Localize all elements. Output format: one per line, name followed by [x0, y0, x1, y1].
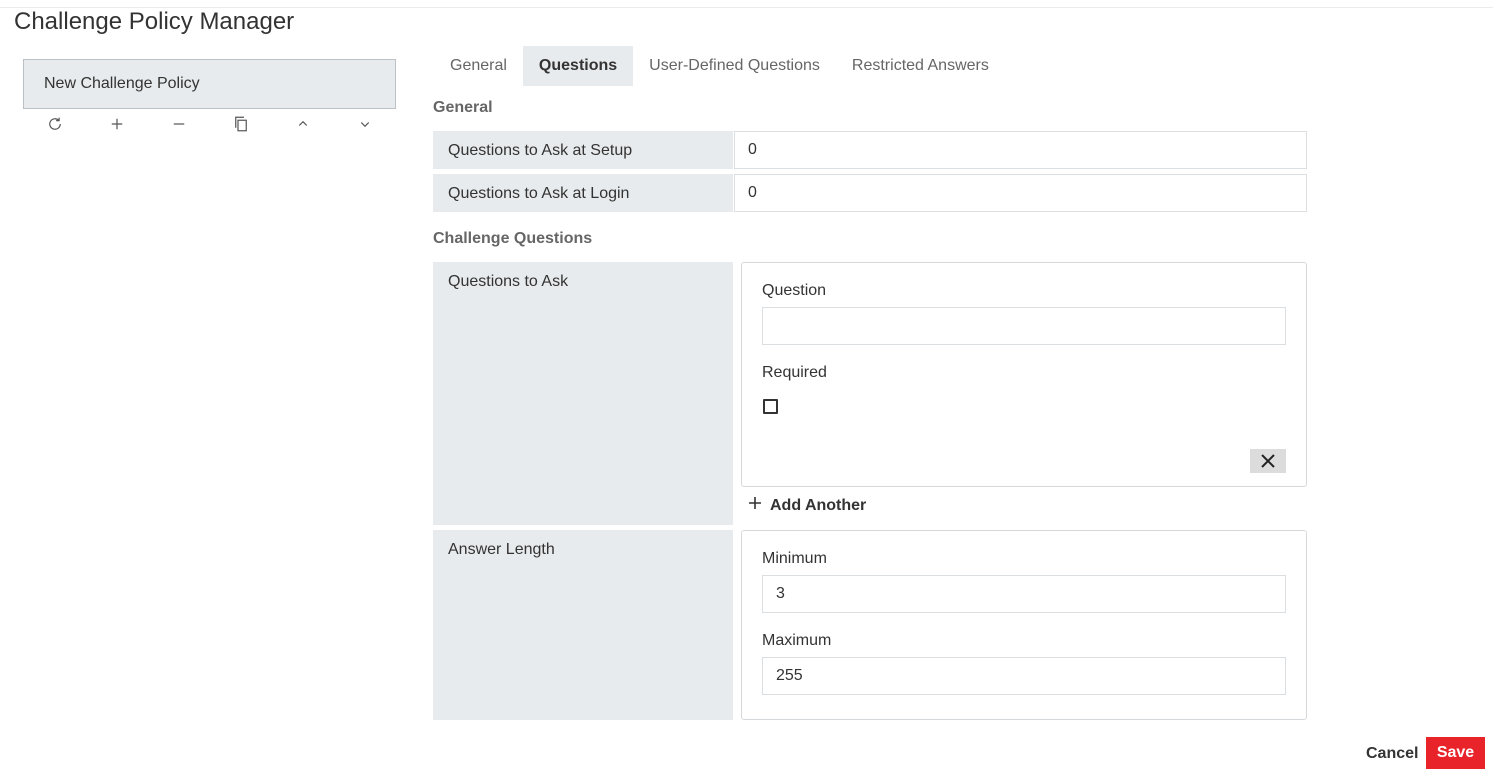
tab-bar: General Questions User-Defined Questions… [434, 46, 1005, 86]
cancel-button[interactable]: Cancel [1362, 739, 1422, 768]
add-another-label: Add Another [770, 497, 867, 514]
question-input[interactable] [762, 307, 1286, 345]
setup-label: Questions to Ask at Setup [433, 131, 733, 169]
policy-list-item[interactable]: New Challenge Policy [23, 59, 396, 109]
question-card: Question Required [741, 262, 1307, 487]
chevron-down-icon[interactable] [353, 112, 377, 136]
plus-icon[interactable] [105, 112, 129, 136]
page-title: Challenge Policy Manager [14, 8, 295, 35]
required-label: Required [762, 364, 827, 381]
tab-questions[interactable]: Questions [522, 46, 634, 86]
close-icon [1261, 454, 1275, 468]
answer-length-card: Minimum Maximum [741, 530, 1307, 720]
tab-user-defined-questions[interactable]: User-Defined Questions [633, 46, 836, 86]
minimum-input[interactable] [762, 575, 1286, 613]
required-checkbox[interactable] [763, 399, 778, 414]
general-heading: General [433, 99, 493, 116]
maximum-label: Maximum [762, 632, 832, 649]
policy-list: New Challenge Policy [23, 59, 396, 109]
challenge-questions-heading: Challenge Questions [433, 230, 593, 247]
copy-icon[interactable] [229, 112, 253, 136]
setup-questions-input[interactable] [734, 131, 1307, 169]
login-label: Questions to Ask at Login [433, 174, 733, 212]
plus-icon [749, 497, 761, 509]
add-another-button[interactable]: Add Another [748, 494, 866, 518]
chevron-up-icon[interactable] [291, 112, 315, 136]
save-button[interactable]: Save [1426, 737, 1485, 769]
refresh-icon[interactable] [43, 112, 67, 136]
remove-question-button[interactable] [1250, 449, 1286, 473]
answer-length-label: Answer Length [433, 530, 733, 720]
question-field-label: Question [762, 282, 827, 299]
tab-general[interactable]: General [434, 46, 523, 86]
tab-restricted-answers[interactable]: Restricted Answers [836, 46, 1005, 86]
minus-icon[interactable] [167, 112, 191, 136]
policy-list-toolbar [23, 112, 396, 136]
minimum-label: Minimum [762, 550, 827, 567]
questions-to-ask-label: Questions to Ask [433, 262, 733, 525]
maximum-input[interactable] [762, 657, 1286, 695]
login-questions-input[interactable] [734, 174, 1307, 212]
